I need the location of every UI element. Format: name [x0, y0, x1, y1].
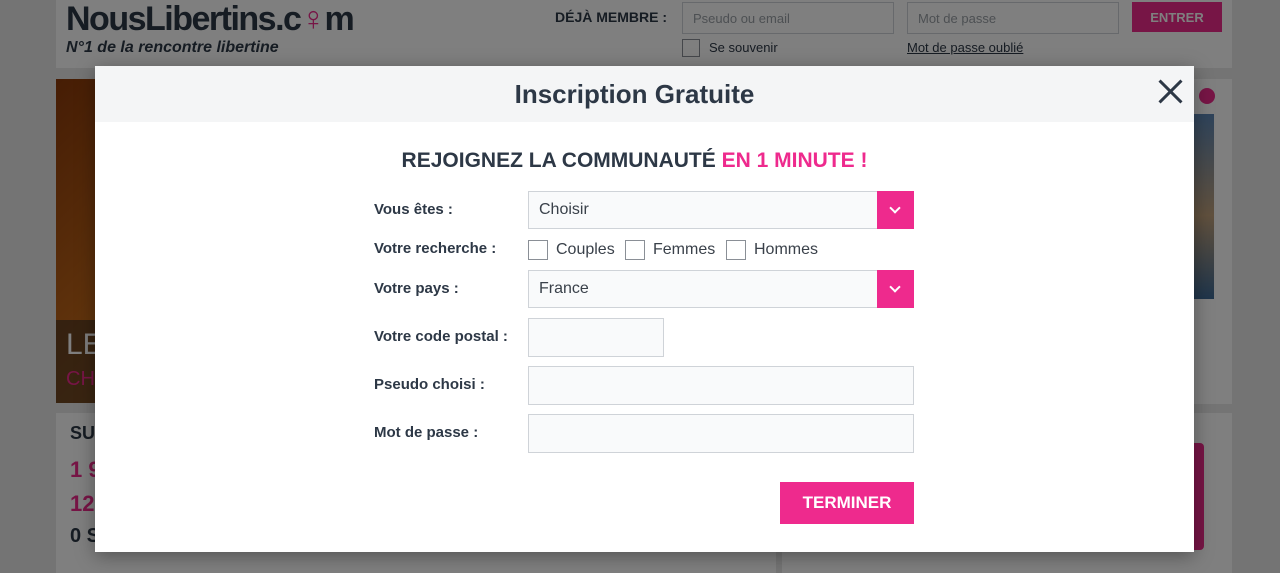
- password-input[interactable]: [528, 414, 914, 453]
- chevron-down-icon[interactable]: [877, 270, 914, 308]
- modal-title: Inscription Gratuite: [514, 79, 755, 109]
- postal-code-label: Votre code postal :: [374, 328, 508, 345]
- search-couples-label[interactable]: Couples: [556, 241, 615, 259]
- pseudo-input[interactable]: [528, 366, 914, 405]
- search-label: Votre recherche :: [374, 240, 497, 257]
- search-hommes-checkbox[interactable]: [726, 240, 746, 260]
- search-femmes-checkbox[interactable]: [625, 240, 645, 260]
- search-couples-checkbox[interactable]: [528, 240, 548, 260]
- modal-header: Inscription Gratuite: [95, 66, 1194, 122]
- password-label: Mot de passe :: [374, 424, 479, 441]
- country-select[interactable]: France: [528, 270, 914, 308]
- join-heading: REJOIGNEZ LA COMMUNAUTÉ EN 1 MINUTE !: [401, 149, 868, 172]
- signup-modal: Inscription Gratuite REJOIGNEZ LA COMMUN…: [95, 66, 1194, 552]
- country-select-value: France: [539, 280, 589, 297]
- pseudo-label: Pseudo choisi :: [374, 376, 485, 393]
- submit-button[interactable]: TERMINER: [780, 482, 914, 524]
- gender-select-value: Choisir: [539, 201, 589, 218]
- country-label: Votre pays :: [374, 280, 459, 297]
- search-hommes-label[interactable]: Hommes: [754, 241, 818, 259]
- gender-select[interactable]: Choisir: [528, 191, 914, 229]
- gender-label: Vous êtes :: [374, 201, 453, 218]
- join-heading-accent: EN 1 MINUTE !: [721, 149, 868, 172]
- chevron-down-icon[interactable]: [877, 191, 914, 229]
- close-icon[interactable]: [1155, 76, 1185, 106]
- postal-code-input[interactable]: [528, 318, 664, 357]
- search-femmes-label[interactable]: Femmes: [653, 241, 715, 259]
